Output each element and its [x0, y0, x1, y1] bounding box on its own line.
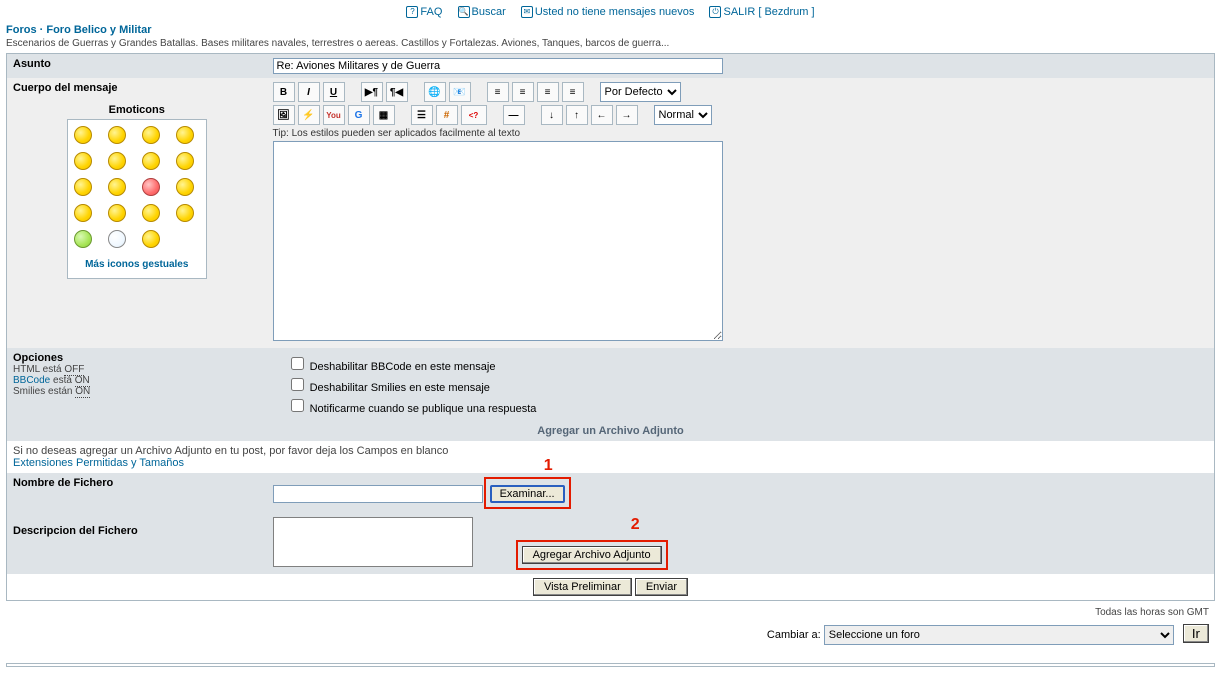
- arrow-down-button[interactable]: ↓: [541, 105, 563, 125]
- emoticon-razz[interactable]: [108, 178, 126, 196]
- italic-button[interactable]: I: [298, 82, 320, 102]
- emoticon-wink[interactable]: [176, 204, 194, 222]
- emoticon-eyes[interactable]: [108, 230, 126, 248]
- forum-description: Escenarios de Guerras y Grandes Batallas…: [6, 38, 1215, 53]
- submit-button[interactable]: Enviar: [635, 578, 688, 596]
- editor-toolbar-row2: 🖼 ⚡ You G ▦ ☰ # <? — ↓ ↑ ← → Normal: [273, 105, 1209, 125]
- file-description-label: Descripcion del Fichero: [7, 513, 267, 574]
- add-attachment-button[interactable]: Agregar Archivo Adjunto: [522, 546, 662, 564]
- underline-button[interactable]: U: [323, 82, 345, 102]
- forum-jump: Cambiar a: Seleccione un foro Ir: [6, 622, 1215, 655]
- disable-bbcode-checkbox[interactable]: [291, 357, 304, 370]
- question-icon: ?: [406, 6, 418, 18]
- emoticon-cry[interactable]: [176, 178, 194, 196]
- browse-button[interactable]: Examinar...: [490, 485, 565, 503]
- font-size-select[interactable]: Normal: [654, 105, 712, 125]
- file-description-input[interactable]: [273, 517, 473, 567]
- bbcode-link[interactable]: BBCode: [13, 375, 50, 386]
- align-justify-button[interactable]: ≡: [562, 82, 584, 102]
- html-status: HTML está OFF: [13, 364, 261, 375]
- nav-buscar[interactable]: 🔍Buscar: [458, 6, 506, 18]
- subject-input[interactable]: [273, 58, 723, 74]
- nav-messages[interactable]: ✉Usted no tiene mensajes nuevos: [521, 6, 695, 18]
- emoticons-title: Emoticons: [13, 104, 261, 116]
- arrow-up-button[interactable]: ↑: [566, 105, 588, 125]
- list-button[interactable]: ☰: [411, 105, 433, 125]
- disable-smilies-option[interactable]: Deshabilitar Smilies en este mensaje: [287, 382, 490, 394]
- emoticon-redface[interactable]: [142, 178, 160, 196]
- file-name-input[interactable]: [273, 485, 483, 503]
- search-icon: 🔍: [458, 6, 470, 18]
- align-right-button[interactable]: ≡: [537, 82, 559, 102]
- post-form-table: Asunto Cuerpo del mensaje Emoticons: [6, 53, 1215, 601]
- emoticon-mad[interactable]: [74, 178, 92, 196]
- file-name-label: Nombre de Fichero: [7, 473, 267, 513]
- rtl-button[interactable]: ¶◀: [386, 82, 408, 102]
- annotation-1: 1: [544, 457, 553, 475]
- breadcrumb: Foros · Foro Belico y Militar: [6, 22, 1215, 38]
- image-button[interactable]: 🖼: [273, 105, 295, 125]
- smilies-status: Smilies están ON: [13, 386, 261, 397]
- forum-jump-go-button[interactable]: Ir: [1183, 624, 1209, 643]
- emoticon-biggrin[interactable]: [142, 126, 160, 144]
- forum-jump-select[interactable]: Seleccione un foro: [824, 625, 1174, 645]
- attachment-section-title: Agregar un Archivo Adjunto: [7, 421, 1215, 441]
- top-nav: ?FAQ 🔍Buscar ✉Usted no tiene mensajes nu…: [6, 2, 1215, 22]
- php-button[interactable]: <?: [461, 105, 487, 125]
- breadcrumb-foros[interactable]: Foros: [6, 24, 37, 36]
- emoticon-twisted[interactable]: [108, 204, 126, 222]
- emoticon-eek[interactable]: [74, 152, 92, 170]
- nav-logout[interactable]: ⏻SALIR [ Bezdrum ]: [709, 6, 814, 18]
- emoticon-alien[interactable]: [74, 230, 92, 248]
- align-center-button[interactable]: ≡: [512, 82, 534, 102]
- emoticon-rolleyes[interactable]: [142, 204, 160, 222]
- emoticon-lol[interactable]: [176, 152, 194, 170]
- opciones-label: Opciones: [13, 352, 261, 364]
- editor-toolbar-row1: B I U ▶¶ ¶◀ 🌐 📧 ≡ ≡ ≡ ≡ Por Defecto: [273, 82, 1209, 102]
- link-button[interactable]: 🌐: [424, 82, 446, 102]
- arrow-right-button[interactable]: →: [616, 105, 638, 125]
- emoticon-cool[interactable]: [142, 152, 160, 170]
- emoticon-whistle[interactable]: [142, 230, 160, 248]
- asunto-label: Asunto: [7, 54, 267, 79]
- email-button[interactable]: 📧: [449, 82, 471, 102]
- logout-icon: ⏻: [709, 6, 721, 18]
- annotation-2: 2: [631, 516, 640, 534]
- nav-faq[interactable]: ?FAQ: [406, 6, 442, 18]
- jump-label: Cambiar a:: [767, 629, 821, 641]
- cuerpo-label: Cuerpo del mensaje: [13, 82, 261, 94]
- preview-button[interactable]: Vista Preliminar: [533, 578, 632, 596]
- google-button[interactable]: G: [348, 105, 370, 125]
- more-emoticons-link[interactable]: Más iconos gestuales: [85, 259, 188, 270]
- emoticon-smile[interactable]: [74, 126, 92, 144]
- youtube-button[interactable]: You: [323, 105, 345, 125]
- bottom-divider: [6, 663, 1215, 667]
- disable-smilies-checkbox[interactable]: [291, 378, 304, 391]
- editor-tip: Tip: Los estilos pueden ser aplicados fa…: [273, 128, 1209, 139]
- timezone-note: Todas las horas son GMT: [6, 601, 1215, 622]
- mail-icon: ✉: [521, 6, 533, 18]
- message-body-textarea[interactable]: [273, 141, 723, 341]
- stream-button[interactable]: ▦: [373, 105, 395, 125]
- emoticon-evil[interactable]: [74, 204, 92, 222]
- notify-reply-option[interactable]: Notificarme cuando se publique una respu…: [287, 403, 537, 415]
- breadcrumb-forum[interactable]: Foro Belico y Militar: [46, 24, 151, 36]
- bold-button[interactable]: B: [273, 82, 295, 102]
- emoticon-sad[interactable]: [108, 126, 126, 144]
- emoticon-surprised[interactable]: [176, 126, 194, 144]
- anchor-button[interactable]: #: [436, 105, 458, 125]
- emoticons-panel: Más iconos gestuales: [67, 119, 207, 279]
- allowed-extensions-link[interactable]: Extensiones Permitidas y Tamaños: [13, 457, 184, 469]
- font-color-select[interactable]: Por Defecto: [600, 82, 681, 102]
- disable-bbcode-option[interactable]: Deshabilitar BBCode en este mensaje: [287, 361, 496, 373]
- emoticon-confused[interactable]: [108, 152, 126, 170]
- align-left-button[interactable]: ≡: [487, 82, 509, 102]
- bbcode-status: BBCode está ON: [13, 375, 261, 386]
- arrow-left-button[interactable]: ←: [591, 105, 613, 125]
- attachment-help-text: Si no deseas agregar un Archivo Adjunto …: [13, 445, 448, 457]
- flash-button[interactable]: ⚡: [298, 105, 320, 125]
- notify-reply-checkbox[interactable]: [291, 399, 304, 412]
- hr-button[interactable]: —: [503, 105, 525, 125]
- ltr-button[interactable]: ▶¶: [361, 82, 383, 102]
